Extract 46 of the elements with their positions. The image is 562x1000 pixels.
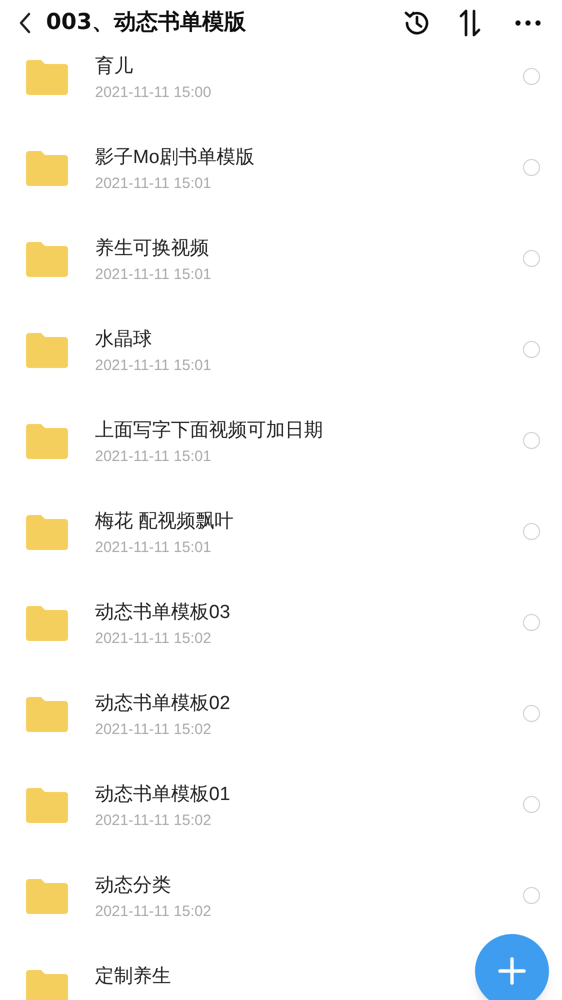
more-icon[interactable] (514, 18, 542, 26)
select-radio[interactable] (523, 250, 540, 267)
folder-name[interactable]: 梅花 配视频飘叶 (95, 508, 234, 536)
folder-name[interactable]: 上面写字下面视频可加日期 (95, 417, 323, 445)
select-radio[interactable] (523, 705, 540, 722)
folder-name[interactable]: 影子Mo剧书单模版 (95, 144, 254, 172)
folder-name[interactable]: 定制养生 (95, 963, 171, 991)
folder-name[interactable]: 动态书单模板01 (95, 781, 230, 809)
folder-name[interactable]: 水晶球 (95, 326, 152, 354)
folder-name[interactable]: 动态书单模板02 (95, 690, 230, 718)
modified-date: 2021-11-11 15:01 (95, 538, 212, 558)
select-radio[interactable] (523, 887, 540, 904)
folder-icon (26, 605, 68, 641)
select-radio[interactable] (523, 341, 540, 358)
folder-icon (26, 969, 68, 1000)
folder-icon (26, 241, 68, 277)
modified-date: 2021-11-11 15:00 (95, 83, 212, 103)
back-icon[interactable] (18, 12, 32, 34)
modified-date: 2021-11-11 15:02 (95, 811, 212, 831)
modified-date: 2021-11-11 15:01 (95, 265, 212, 285)
select-radio[interactable] (523, 68, 540, 85)
select-radio[interactable] (523, 614, 540, 631)
folder-name[interactable]: 动态分类 (95, 872, 171, 900)
select-radio[interactable] (523, 432, 540, 449)
folder-icon (26, 787, 68, 823)
folder-icon (26, 423, 68, 459)
folder-name[interactable]: 动态书单模板03 (95, 599, 230, 627)
select-radio[interactable] (523, 159, 540, 176)
modified-date: 2021-11-11 15:02 (95, 629, 212, 649)
folder-name[interactable]: 育儿 (95, 53, 133, 81)
plus-icon (498, 957, 526, 985)
folder-icon (26, 150, 68, 186)
folder-icon (26, 59, 68, 95)
modified-date: 2021-11-11 15:02 (95, 720, 212, 740)
modified-date: 2021-11-11 15:01 (95, 447, 212, 467)
modified-date: 2021-11-11 15:01 (95, 174, 212, 194)
select-radio[interactable] (523, 796, 540, 813)
folder-icon (26, 332, 68, 368)
folder-title: 003、动态书单模版 (46, 9, 246, 37)
folder-name[interactable]: 养生可换视频 (95, 235, 209, 263)
folder-icon (26, 696, 68, 732)
folder-icon (26, 878, 68, 914)
modified-date: 2021-11-11 15:01 (95, 356, 212, 376)
modified-date: 2021-11-11 15:02 (95, 902, 212, 922)
folder-icon (26, 514, 68, 550)
select-radio[interactable] (523, 523, 540, 540)
